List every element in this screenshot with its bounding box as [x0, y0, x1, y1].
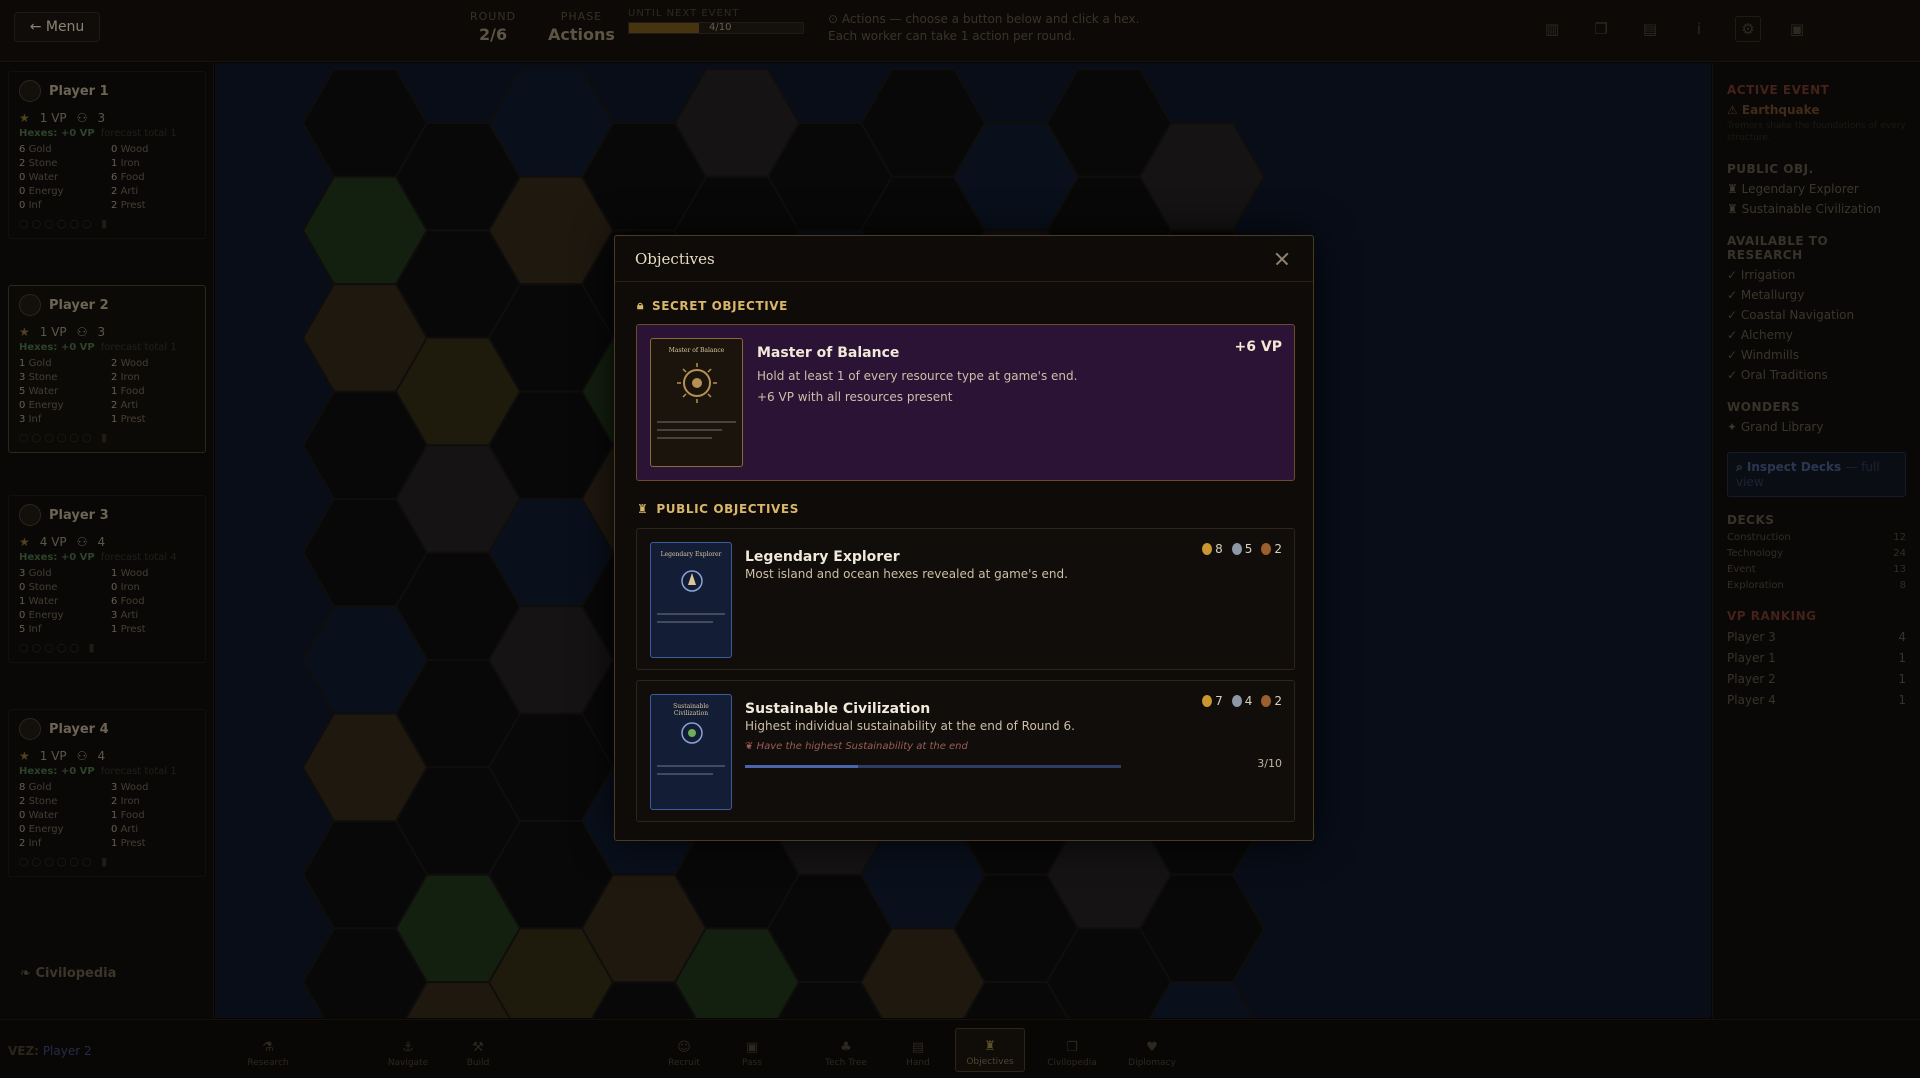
modal-header: Objectives — [615, 236, 1313, 282]
bronze-medal: 2 — [1261, 542, 1282, 556]
objective-hint: ❦ Have the highest Sustainability at the… — [745, 741, 968, 752]
medal-rewards: 7 4 2 — [1202, 694, 1282, 708]
balance-emblem-icon — [677, 363, 717, 403]
objective-description: Most island and ocean hexes revealed at … — [745, 567, 1068, 581]
objective-card-thumbnail: Sustainable Civilization — [650, 694, 732, 810]
objective-card-thumbnail: Master of Balance — [650, 338, 743, 467]
objective-bonus: +6 VP with all resources present — [757, 390, 953, 404]
gold-medal: 7 — [1202, 694, 1223, 708]
public-objective-card[interactable]: Sustainable Civilization Sustainable Civ… — [636, 680, 1295, 822]
objective-progress-text: 3/10 — [1257, 757, 1282, 770]
bronze-medal-icon — [1261, 543, 1272, 555]
objective-title: Legendary Explorer — [745, 549, 900, 565]
leaf-emblem-icon — [681, 722, 703, 744]
secret-objective-heading: 🔒︎ SECRET OBJECTIVE — [637, 298, 788, 313]
silver-medal: 4 — [1231, 694, 1252, 708]
silver-medal-icon — [1231, 695, 1242, 707]
gold-medal-icon — [1202, 543, 1213, 555]
objective-title: Master of Balance — [757, 345, 900, 361]
gold-medal: 8 — [1202, 542, 1223, 556]
medal-rewards: 8 5 2 — [1202, 542, 1282, 556]
objective-card-thumbnail: Legendary Explorer — [650, 542, 732, 658]
public-objectives-heading: ♜ PUBLIC OBJECTIVES — [637, 502, 799, 516]
public-objective-card[interactable]: Legendary Explorer Legendary Explorer 8 … — [636, 528, 1295, 670]
objective-progress-fill — [745, 765, 858, 768]
silver-medal-icon — [1231, 543, 1242, 555]
silver-medal: 5 — [1231, 542, 1252, 556]
gold-medal-icon — [1202, 695, 1213, 707]
bronze-medal: 2 — [1261, 694, 1282, 708]
modal-title: Objectives — [635, 249, 715, 268]
objective-vp: +6 VP — [1234, 339, 1282, 355]
compass-emblem-icon — [681, 570, 703, 592]
objective-description: Highest individual sustainability at the… — [745, 719, 1075, 733]
lock-icon: 🔒︎ — [637, 298, 644, 312]
objectives-modal: Objectives 🔒︎ SECRET OBJECTIVE Master of… — [614, 235, 1314, 841]
close-icon[interactable] — [1271, 248, 1293, 270]
objective-description: Hold at least 1 of every resource type a… — [757, 369, 1078, 383]
trophy-icon: ♜ — [637, 502, 649, 516]
objective-progress-bar — [745, 765, 1121, 768]
bronze-medal-icon — [1261, 695, 1272, 707]
secret-objective-card[interactable]: Master of Balance Master of Balance +6 V… — [636, 324, 1295, 481]
leaf-icon: ❦ — [745, 741, 754, 752]
objective-title: Sustainable Civilization — [745, 701, 931, 717]
